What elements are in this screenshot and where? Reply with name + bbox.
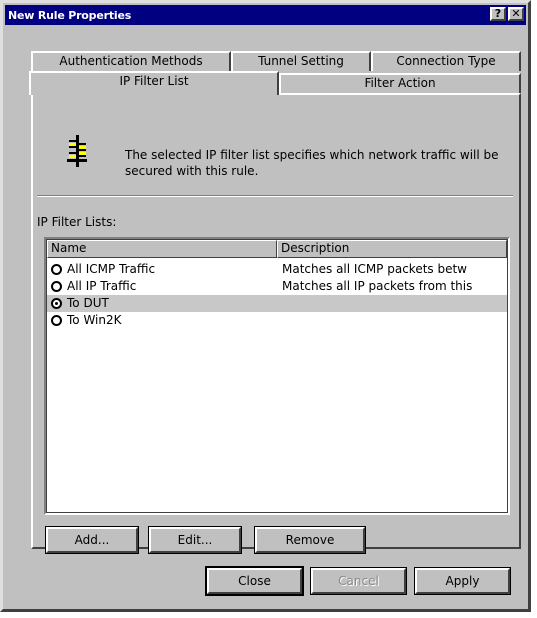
list-item-name: To Win2K [67,313,122,327]
tab-label: Connection Type [396,54,496,68]
edit-button[interactable]: Edit... [148,526,242,554]
tab-label: Authentication Methods [59,54,203,68]
close-button[interactable]: Close [205,566,304,596]
apply-button[interactable]: Apply [414,567,511,595]
tab-panel: The selected IP filter list specifies wh… [31,93,521,554]
remove-button[interactable]: Remove [254,526,366,554]
close-window-button[interactable]: ✕ [508,7,524,21]
filter-list-view[interactable]: Name Description All ICMP Traffic Matche… [44,237,510,515]
list-item[interactable]: To Win2K [47,312,507,329]
radio-off-icon[interactable] [51,281,62,292]
list-item-name: To DUT [67,296,109,310]
tab-ip-filter-list[interactable]: IP Filter List [29,71,279,95]
list-item-name: All IP Traffic [67,279,137,293]
window-title: New Rule Properties [8,8,132,22]
radio-on-icon[interactable] [51,298,62,309]
list-item[interactable]: To DUT [47,295,507,312]
list-item-description: Matches all IP packets from this [282,279,473,293]
cancel-button[interactable]: Cancel [310,567,407,595]
tab-filter-action[interactable]: Filter Action [279,73,521,93]
separator [37,195,513,197]
tab-tunnel-setting[interactable]: Tunnel Setting [231,51,371,71]
list-item-name: All ICMP Traffic [67,262,156,276]
tab-label: Filter Action [364,76,436,90]
list-item[interactable]: All ICMP Traffic Matches all ICMP packet… [47,261,507,278]
radio-off-icon[interactable] [51,264,62,275]
tab-connection-type[interactable]: Connection Type [371,51,521,71]
filter-lists-label: IP Filter Lists: [37,215,117,229]
add-button[interactable]: Add... [45,526,139,554]
panel-description: The selected IP filter list specifies wh… [125,148,499,178]
properties-dialog: New Rule Properties ? ✕ Authentication M… [0,0,531,612]
help-button[interactable]: ? [490,7,506,21]
column-header-description[interactable]: Description [277,240,507,258]
column-header-name[interactable]: Name [47,240,277,258]
ip-filter-list-icon [67,135,87,167]
list-header: Name Description [47,240,507,258]
list-item[interactable]: All IP Traffic Matches all IP packets fr… [47,278,507,295]
radio-off-icon[interactable] [51,315,62,326]
title-bar[interactable]: New Rule Properties ? ✕ [5,5,526,25]
tab-authentication-methods[interactable]: Authentication Methods [31,51,231,71]
list-item-description: Matches all ICMP packets betw [282,262,467,276]
tab-label: IP Filter List [119,74,189,88]
tab-label: Tunnel Setting [258,54,344,68]
